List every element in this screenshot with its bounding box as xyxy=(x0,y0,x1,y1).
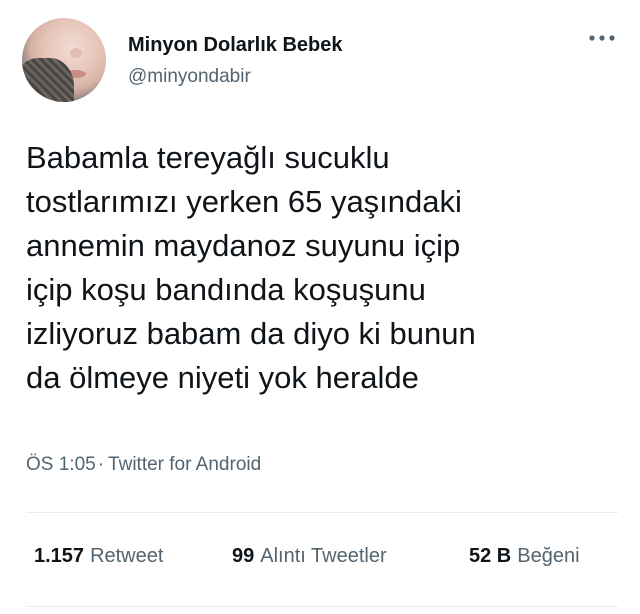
tweet-text-line: Babamla tereyağlı sucuklu xyxy=(26,140,390,175)
likes-label: Beğeni xyxy=(517,545,580,567)
avatar[interactable] xyxy=(22,18,106,102)
tweet-text-line: da ölmeye niyeti yok heralde xyxy=(26,360,419,395)
avatar-hair-detail xyxy=(22,58,74,102)
avatar-face-detail xyxy=(70,48,82,58)
display-name[interactable]: Minyon Dolarlık Bebek xyxy=(128,34,343,57)
divider xyxy=(26,512,618,513)
tweet-text-line: içip koşu bandında koşuşunu xyxy=(26,272,426,307)
quote-tweets-count: 99 xyxy=(232,545,255,567)
tweet-source[interactable]: Twitter for Android xyxy=(108,454,261,475)
divider xyxy=(26,606,618,607)
likes-count: 52 B xyxy=(469,545,512,567)
more-horizontal-icon[interactable] xyxy=(586,28,618,48)
retweets-stat[interactable]: 1.157 Retweet xyxy=(34,545,163,568)
tweet-text-line: tostlarımızı yerken 65 yaşındaki xyxy=(26,184,462,219)
tweet-meta: ÖS 1:05 · Twitter for Android xyxy=(26,454,261,476)
tweet-text: Babamla tereyağlı sucuklu tostlarımızı y… xyxy=(26,136,626,400)
retweets-count: 1.157 xyxy=(34,545,85,567)
tweet-card: Minyon Dolarlık Bebek @minyondabir Babam… xyxy=(0,0,640,614)
tweet-text-line: annemin maydanoz suyunu içip xyxy=(26,228,461,263)
tweet-time[interactable]: ÖS 1:05 xyxy=(26,454,96,475)
retweets-label: Retweet xyxy=(90,545,164,567)
likes-stat[interactable]: 52 B Beğeni xyxy=(469,545,580,568)
quote-tweets-stat[interactable]: 99 Alıntı Tweetler xyxy=(232,545,387,568)
meta-separator: · xyxy=(97,454,105,475)
user-handle[interactable]: @minyondabir xyxy=(128,66,251,88)
tweet-text-line: izliyoruz babam da diyo ki bunun xyxy=(26,316,476,351)
quote-tweets-label: Alıntı Tweetler xyxy=(260,545,387,567)
